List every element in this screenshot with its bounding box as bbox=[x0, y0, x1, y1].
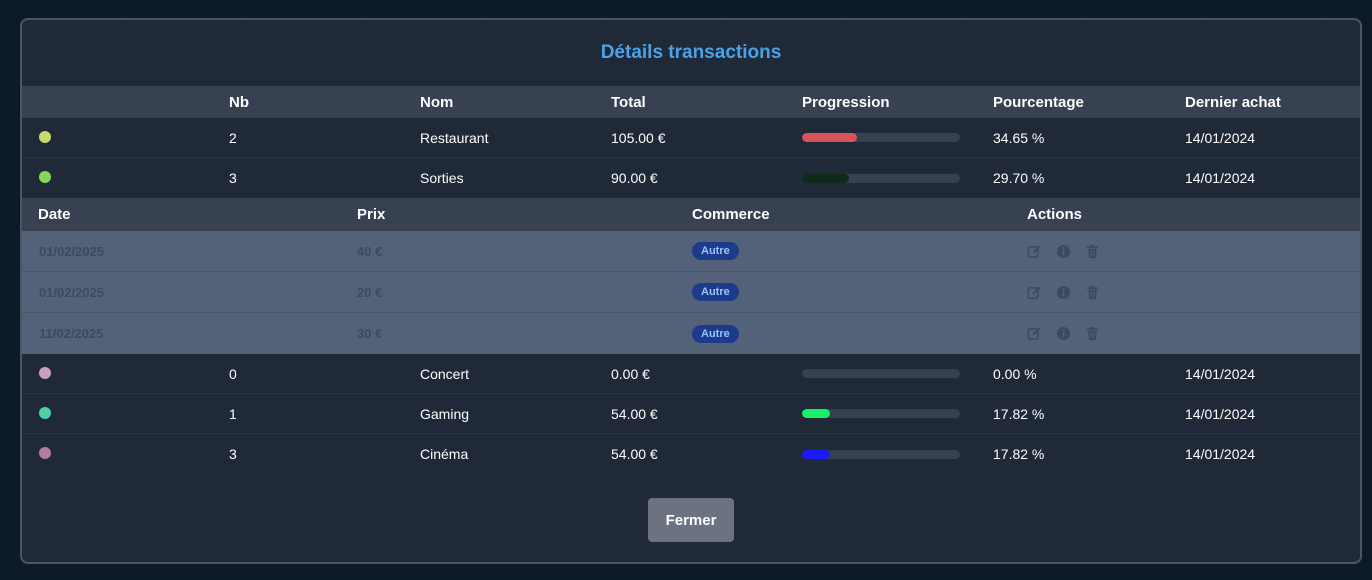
transaction-prix: 20 € bbox=[357, 284, 383, 300]
table-row[interactable]: 3 Sorties 90.00 € 29.70 % 14/01/2024 bbox=[22, 158, 1360, 198]
transaction-row: 11/02/2025 30 € Autre bbox=[22, 313, 1360, 354]
transaction-date: 01/02/2025 bbox=[39, 284, 105, 300]
header-total: Total bbox=[611, 93, 646, 111]
transaction-row: 01/02/2025 40 € Autre bbox=[22, 231, 1360, 272]
transaction-row: 01/02/2025 20 € Autre bbox=[22, 272, 1360, 313]
row-nb: 3 bbox=[229, 446, 237, 462]
row-total: 90.00 € bbox=[611, 170, 658, 186]
modal-title: Détails transactions bbox=[600, 42, 782, 63]
category-color-dot bbox=[39, 447, 51, 459]
row-total: 54.00 € bbox=[611, 446, 658, 462]
close-button[interactable]: Fermer bbox=[648, 498, 734, 542]
transaction-details-modal: Détails transactions Nb Nom Total Progre… bbox=[20, 18, 1362, 564]
progress-bar bbox=[802, 449, 960, 459]
transaction-date: 01/02/2025 bbox=[39, 243, 105, 259]
row-nb: 3 bbox=[229, 170, 237, 186]
row-dernier-achat: 14/01/2024 bbox=[1185, 405, 1256, 422]
header-progression: Progression bbox=[802, 93, 890, 111]
transaction-prix: 30 € bbox=[357, 326, 383, 341]
category-color-dot bbox=[39, 130, 51, 143]
edit-icon[interactable] bbox=[1027, 244, 1042, 259]
sub-header-commerce: Commerce bbox=[692, 206, 770, 223]
info-icon[interactable] bbox=[1056, 285, 1071, 300]
progress-bar-fill bbox=[802, 449, 831, 459]
category-color-dot bbox=[39, 366, 51, 379]
row-total: 105.00 € bbox=[611, 129, 666, 146]
row-total: 54.00 € bbox=[611, 405, 658, 422]
row-pourcentage: 17.82 % bbox=[993, 405, 1045, 422]
info-icon[interactable] bbox=[1056, 244, 1071, 259]
commerce-badge: Autre bbox=[692, 324, 739, 343]
row-pourcentage: 17.82 % bbox=[993, 446, 1045, 462]
table-row[interactable]: 0 Concert 0.00 € 0.00 % 14/01/2024 bbox=[22, 354, 1360, 394]
row-dernier-achat: 14/01/2024 bbox=[1185, 446, 1256, 462]
row-nom: Sorties bbox=[420, 170, 464, 186]
trash-icon[interactable] bbox=[1085, 285, 1100, 300]
commerce-badge: Autre bbox=[692, 242, 739, 260]
progress-bar bbox=[802, 409, 960, 418]
header-pourcentage: Pourcentage bbox=[993, 93, 1084, 111]
row-total: 0.00 € bbox=[611, 365, 650, 382]
row-actions bbox=[1027, 285, 1360, 300]
category-color-dot bbox=[39, 406, 51, 419]
row-nom: Gaming bbox=[420, 405, 470, 422]
row-dernier-achat: 14/01/2024 bbox=[1185, 170, 1256, 186]
row-nom: Cinéma bbox=[420, 446, 469, 462]
sub-header-actions: Actions bbox=[1027, 206, 1083, 223]
row-nom: Concert bbox=[420, 365, 470, 382]
edit-icon[interactable] bbox=[1027, 326, 1042, 341]
row-actions bbox=[1027, 244, 1360, 259]
info-icon[interactable] bbox=[1056, 326, 1071, 341]
category-color-dot bbox=[39, 171, 51, 183]
table-row[interactable]: 2 Restaurant 105.00 € 34.65 % 14/01/2024 bbox=[22, 118, 1360, 158]
sub-header-prix: Prix bbox=[357, 206, 386, 223]
progress-bar bbox=[802, 369, 960, 378]
trash-icon[interactable] bbox=[1085, 244, 1100, 259]
row-pourcentage: 0.00 % bbox=[993, 365, 1037, 382]
transaction-prix: 40 € bbox=[357, 243, 383, 259]
table-row[interactable]: 3 Cinéma 54.00 € 17.82 % 14/01/2024 bbox=[22, 434, 1360, 474]
row-actions bbox=[1027, 326, 1360, 341]
row-pourcentage: 34.65 % bbox=[993, 129, 1045, 146]
progress-bar-fill bbox=[802, 173, 849, 183]
progress-bar-fill bbox=[802, 133, 857, 142]
edit-icon[interactable] bbox=[1027, 285, 1042, 300]
header-dernier-achat: Dernier achat bbox=[1185, 93, 1281, 111]
transaction-date: 11/02/2025 bbox=[39, 326, 104, 341]
modal-footer: Fermer bbox=[22, 474, 1360, 562]
table-row[interactable]: 1 Gaming 54.00 € 17.82 % 14/01/2024 bbox=[22, 394, 1360, 434]
trash-icon[interactable] bbox=[1085, 326, 1100, 341]
row-nb: 2 bbox=[229, 129, 237, 146]
row-dernier-achat: 14/01/2024 bbox=[1185, 129, 1256, 146]
row-nb: 1 bbox=[229, 405, 237, 422]
progress-bar bbox=[802, 173, 960, 183]
header-nom: Nom bbox=[420, 93, 454, 111]
row-pourcentage: 29.70 % bbox=[993, 170, 1045, 186]
progress-bar-fill bbox=[802, 409, 831, 418]
row-nom: Restaurant bbox=[420, 129, 489, 146]
header-nb: Nb bbox=[229, 93, 249, 111]
progress-bar bbox=[802, 133, 960, 142]
sub-table-header: Date Prix Commerce Actions bbox=[22, 198, 1360, 231]
commerce-badge: Autre bbox=[692, 283, 739, 301]
row-nb: 0 bbox=[229, 365, 237, 382]
sub-header-date: Date bbox=[38, 206, 71, 223]
main-table-header: Nb Nom Total Progression Pourcentage Der… bbox=[22, 86, 1360, 118]
row-dernier-achat: 14/01/2024 bbox=[1185, 365, 1256, 382]
